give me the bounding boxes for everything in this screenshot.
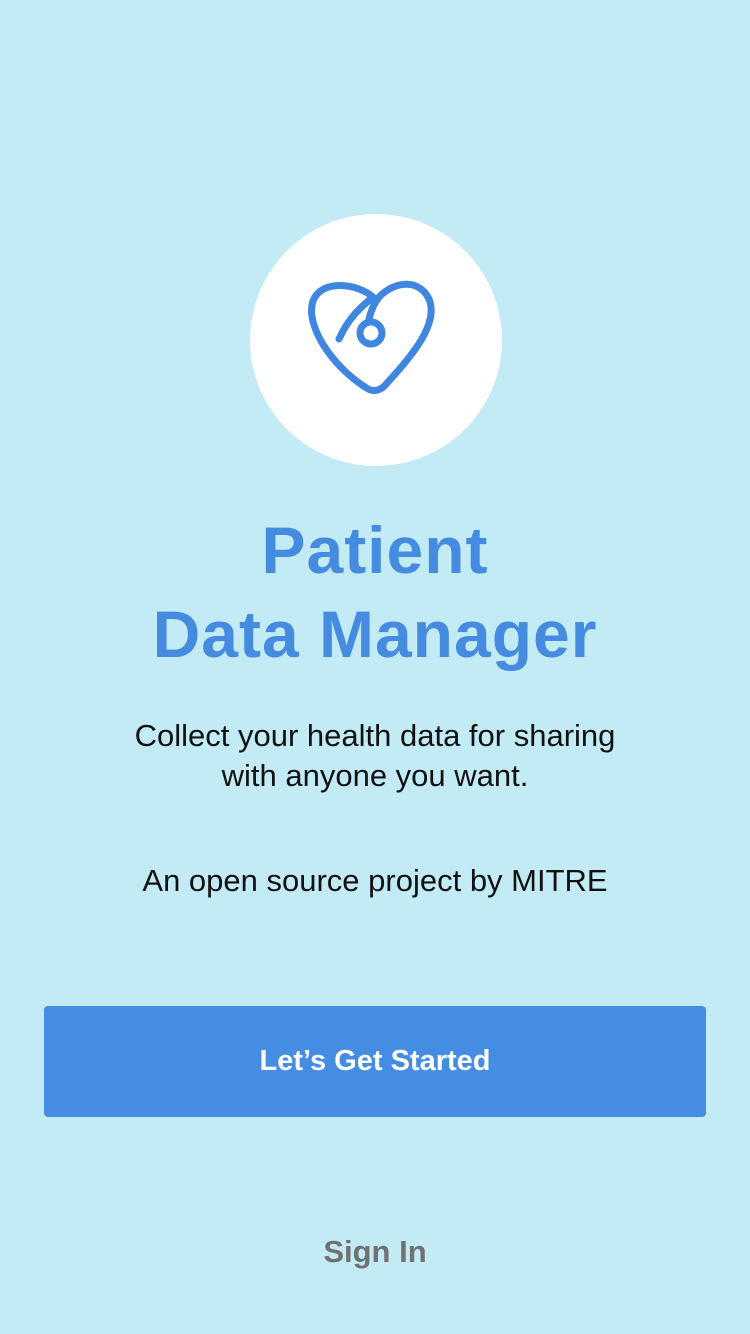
sign-in-link[interactable]: Sign In	[0, 1230, 750, 1274]
app-title: Patient Data Manager	[0, 508, 750, 676]
app-title-line1: Patient	[261, 513, 489, 587]
app-title-line2: Data Manager	[152, 597, 598, 671]
credit-text: An open source project by MITRE	[142, 863, 608, 898]
get-started-button[interactable]: Let’s Get Started	[44, 1006, 706, 1117]
tagline-line1: Collect your health data for sharing	[134, 718, 616, 753]
heart-stethoscope-icon	[308, 280, 435, 394]
tagline-line2: with anyone you want.	[221, 758, 529, 793]
tagline: Collect your health data for sharing wit…	[0, 716, 750, 796]
app-logo	[250, 214, 502, 466]
